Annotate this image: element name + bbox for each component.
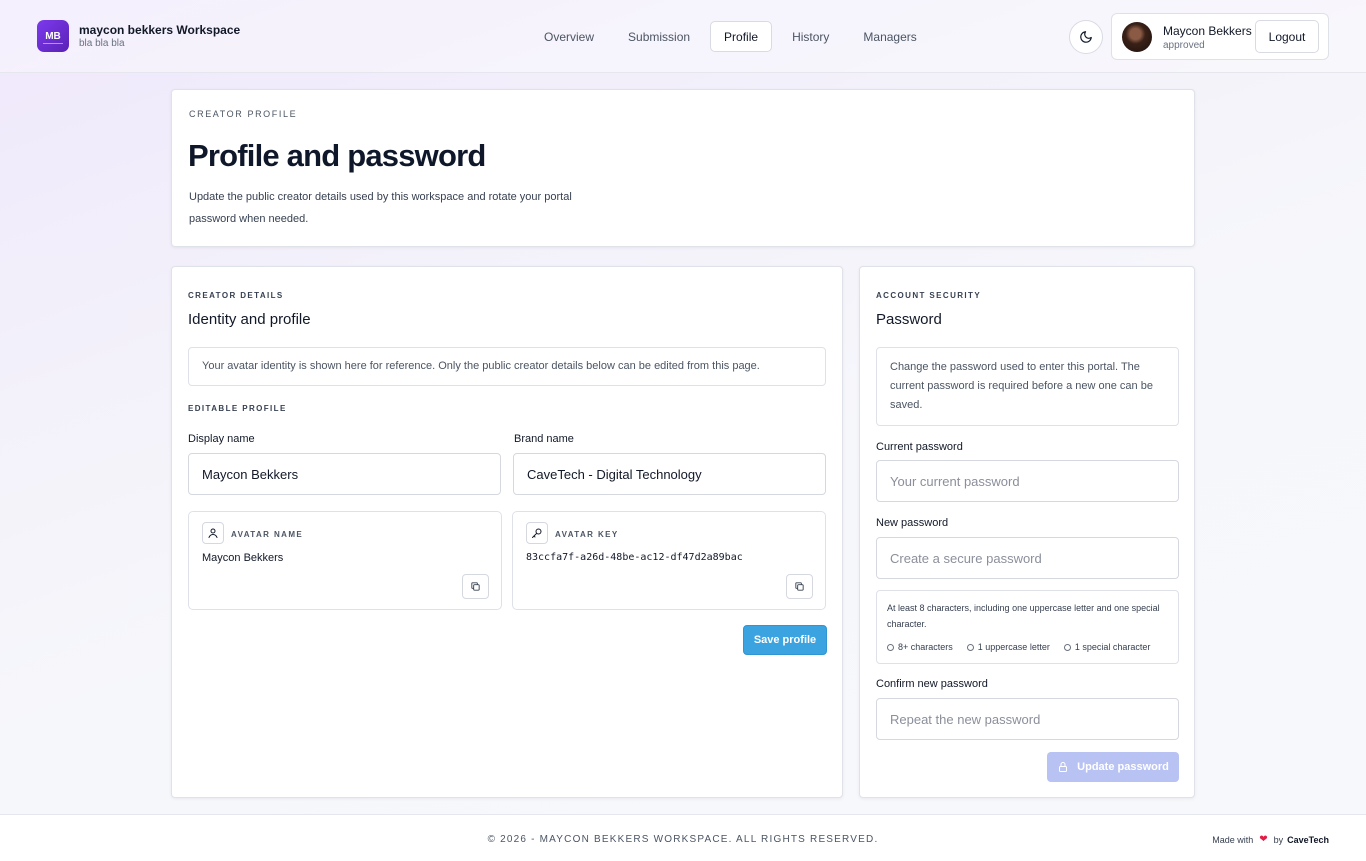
profile-eyebrow: CREATOR DETAILS [188, 291, 284, 300]
brand-name-label: Brand name [514, 433, 574, 445]
moon-icon [1080, 31, 1092, 43]
avatar-name-value: Maycon Bekkers [202, 552, 284, 564]
lock-icon [1059, 762, 1068, 772]
circle-icon [1063, 643, 1071, 651]
made-by-label: by [1273, 834, 1284, 845]
workspace-brand[interactable]: MB maycon bekkers Workspace bla bla bla [37, 20, 240, 52]
user-status: approved [1163, 40, 1205, 51]
tab-submission[interactable]: Submission [614, 21, 704, 52]
circle-icon [966, 643, 974, 651]
security-note: Change the password used to enter this p… [876, 347, 1179, 426]
editable-profile-eyebrow: EDITABLE PROFILE [188, 404, 287, 413]
display-name-label: Display name [188, 433, 255, 445]
security-title: Password [876, 311, 942, 328]
display-name-input[interactable] [188, 453, 501, 495]
main-nav: Overview Submission Profile History Mana… [530, 21, 937, 52]
user-menu: Maycon Bekkers approved Logout [1111, 13, 1329, 60]
requirement-length: 8+ characters [887, 639, 953, 655]
tab-profile[interactable]: Profile [710, 21, 773, 52]
save-profile-button[interactable]: Save profile [743, 625, 827, 655]
new-password-input[interactable] [876, 537, 1179, 579]
password-requirements: At least 8 characters, including one upp… [876, 590, 1179, 664]
password-hint: At least 8 characters, including one upp… [887, 603, 1160, 629]
update-password-button[interactable]: Update password [1047, 752, 1179, 782]
heart-icon: ❤ [1259, 834, 1268, 845]
workspace-subtitle: bla bla bla [79, 38, 125, 49]
update-password-label: Update password [1077, 761, 1169, 773]
circle-icon [887, 643, 894, 651]
key-icon [526, 522, 548, 544]
avatar-name-tile: AVATAR NAME Maycon Bekkers [188, 511, 502, 610]
tab-history[interactable]: History [778, 21, 843, 52]
page-title: Profile and password [188, 138, 486, 173]
theme-toggle-button[interactable] [1069, 20, 1103, 54]
user-name: Maycon Bekkers [1163, 24, 1252, 38]
avatar-key-label: AVATAR KEY [555, 530, 619, 539]
tab-overview[interactable]: Overview [530, 21, 608, 52]
new-password-label: New password [876, 517, 949, 529]
security-eyebrow: ACCOUNT SECURITY [876, 291, 982, 300]
page-header-card: CREATOR PROFILE Profile and password Upd… [171, 89, 1195, 247]
avatar-key-tile: AVATAR KEY 83ccfa7f-a26d-48be-ac12-df47d… [512, 511, 826, 610]
workspace-logo: MB [37, 20, 69, 52]
avatar[interactable] [1122, 22, 1152, 52]
made-with-label: Made with [1212, 834, 1254, 845]
requirement-uppercase: 1 uppercase letter [966, 639, 1050, 655]
copy-avatar-key-button[interactable] [786, 574, 813, 599]
copy-avatar-name-button[interactable] [462, 574, 489, 599]
brand-name-input[interactable] [513, 453, 826, 495]
current-password-label: Current password [876, 441, 963, 453]
profile-card: CREATOR DETAILS Identity and profile You… [171, 266, 843, 798]
requirement-special: 1 special character [1063, 639, 1150, 655]
avatar-name-label: AVATAR NAME [231, 530, 304, 539]
page-description: Update the public creator details used b… [189, 191, 572, 225]
password-card: ACCOUNT SECURITY Password Change the pas… [859, 266, 1195, 798]
user-icon [202, 522, 224, 544]
copy-icon [471, 582, 480, 591]
profile-title: Identity and profile [188, 311, 311, 328]
current-password-input[interactable] [876, 460, 1179, 502]
profile-note: Your avatar identity is shown here for r… [188, 347, 826, 386]
page-eyebrow: CREATOR PROFILE [189, 109, 298, 119]
workspace-title: maycon bekkers Workspace [79, 23, 241, 37]
copy-icon [795, 582, 804, 591]
avatar-key-value: 83ccfa7f-a26d-48be-ac12-df47d2a89bac [526, 552, 743, 563]
logout-button[interactable]: Logout [1255, 20, 1319, 53]
tab-managers[interactable]: Managers [849, 21, 930, 52]
made-with-credit: Made with ❤ by CaveTech [1212, 834, 1329, 845]
confirm-password-input[interactable] [876, 698, 1179, 740]
made-by-brand[interactable]: CaveTech [1287, 835, 1329, 845]
top-bar: MB maycon bekkers Workspace bla bla bla … [0, 0, 1366, 73]
footer: © 2026 - MAYCON BEKKERS WORKSPACE. ALL R… [0, 814, 1366, 861]
copyright-text: © 2026 - MAYCON BEKKERS WORKSPACE. ALL R… [487, 834, 879, 845]
confirm-password-label: Confirm new password [876, 678, 988, 690]
